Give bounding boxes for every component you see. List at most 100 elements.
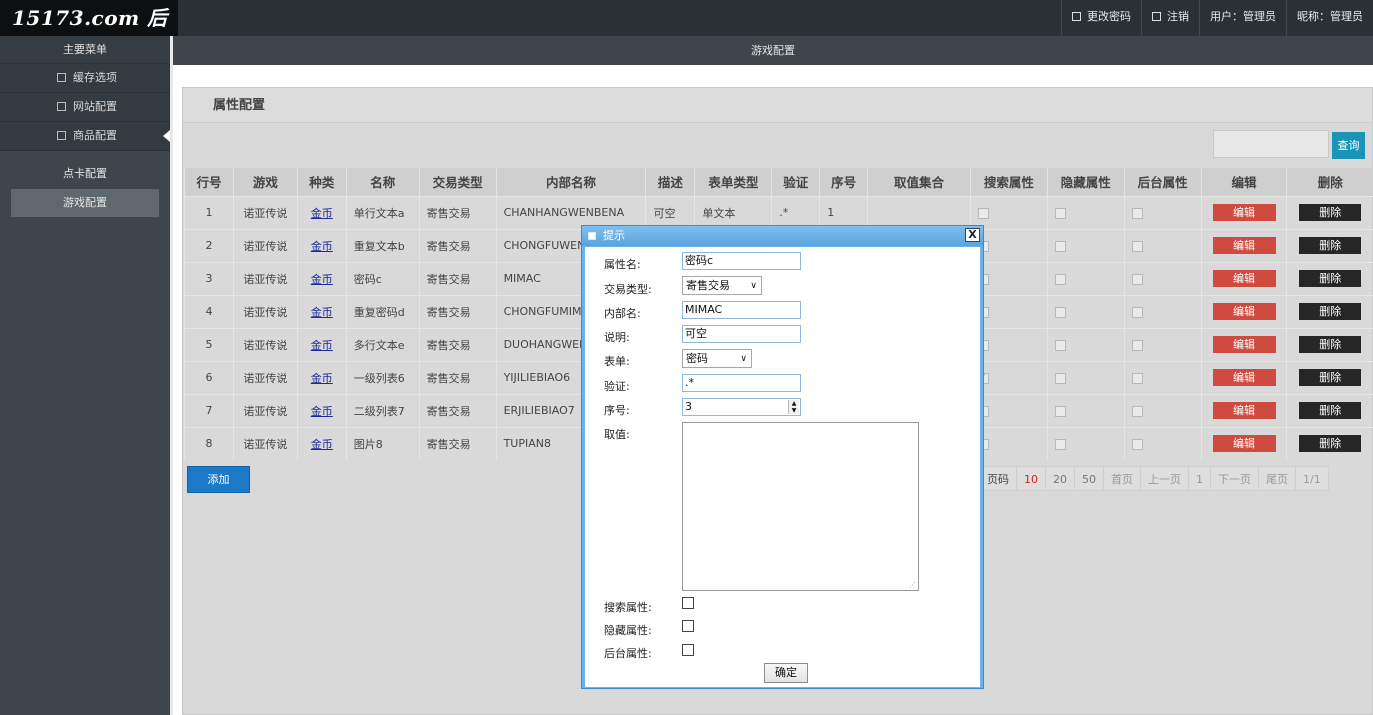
ok-button[interactable]: 确定 xyxy=(764,663,808,683)
backend-attr-checkbox[interactable] xyxy=(1131,273,1143,285)
sidebar-item-goods[interactable]: 商品配置 xyxy=(0,122,170,151)
hidden-attr-cell xyxy=(1046,426,1125,460)
delete-button[interactable]: 删除 xyxy=(1299,336,1362,353)
page-title: 游戏配置 xyxy=(173,36,1373,65)
sidebar-item-site[interactable]: 网站配置 xyxy=(0,93,170,122)
trade-cell: 寄售交易 xyxy=(418,261,497,295)
row-number: 1 xyxy=(184,195,234,229)
inner-name-field[interactable]: MIMAC xyxy=(682,301,801,319)
delete-button[interactable]: 删除 xyxy=(1299,435,1362,453)
edit-button[interactable]: 编辑 xyxy=(1212,303,1276,320)
desc-field[interactable]: 可空 xyxy=(682,325,801,343)
delete-button[interactable]: 删除 xyxy=(1299,303,1362,320)
pager-page[interactable]: 1 xyxy=(1189,466,1211,491)
delete-button[interactable]: 删除 xyxy=(1299,204,1362,221)
checkbox-icon xyxy=(57,73,66,82)
delete-button[interactable]: 删除 xyxy=(1299,402,1362,419)
backend-attr-checkbox[interactable] xyxy=(1131,372,1143,384)
edit-button[interactable]: 编辑 xyxy=(1212,402,1276,419)
backend-attr-checkbox[interactable] xyxy=(1131,405,1143,417)
panel-title: 属性配置 xyxy=(183,88,1372,123)
edit-button[interactable]: 编辑 xyxy=(1212,270,1276,287)
pager-size-20[interactable]: 20 xyxy=(1046,466,1075,491)
form-value: 密码 xyxy=(686,352,708,365)
backend-attr-checkbox[interactable] xyxy=(1131,207,1143,219)
checkbox-icon xyxy=(57,131,66,140)
pager-size-10[interactable]: 10 xyxy=(1017,466,1046,491)
backend-attr-checkbox[interactable] xyxy=(682,644,694,656)
edit-button[interactable]: 编辑 xyxy=(1212,435,1276,453)
sidebar-item-cache[interactable]: 缓存选项 xyxy=(0,64,170,93)
hidden-attr-cell xyxy=(1046,360,1125,394)
form-select[interactable]: 密码 ∨ xyxy=(682,349,752,368)
hidden-attr-checkbox[interactable] xyxy=(1054,207,1066,219)
spinner-arrows-icon[interactable]: ▲ ▼ xyxy=(788,400,799,414)
delete-button[interactable]: 删除 xyxy=(1299,369,1362,386)
pager-size-50[interactable]: 50 xyxy=(1075,466,1104,491)
kind-link[interactable]: 金币 xyxy=(311,339,333,352)
trade-type-select[interactable]: 寄售交易 ∨ xyxy=(682,276,762,295)
pager-first[interactable]: 首页 xyxy=(1104,466,1141,491)
backend-attr-checkbox[interactable] xyxy=(1131,306,1143,318)
backend-attr-cell xyxy=(1123,294,1202,328)
search-attr-checkbox[interactable] xyxy=(977,207,989,219)
hidden-attr-checkbox[interactable] xyxy=(1054,405,1066,417)
edit-button[interactable]: 编辑 xyxy=(1212,369,1276,386)
values-textarea[interactable]: ⋰ xyxy=(682,422,919,591)
kind-link[interactable]: 金币 xyxy=(311,405,333,418)
backend-attr-checkbox[interactable] xyxy=(1131,339,1143,351)
change-password-link[interactable]: 更改密码 xyxy=(1061,0,1141,36)
sidebar-subitem-game[interactable]: 游戏配置 xyxy=(11,189,159,217)
search-input[interactable] xyxy=(1213,130,1329,158)
search-button[interactable]: 查询 xyxy=(1332,132,1365,159)
delete-button[interactable]: 删除 xyxy=(1299,270,1362,287)
pager-last[interactable]: 尾页 xyxy=(1259,466,1296,491)
kind-link[interactable]: 金币 xyxy=(311,273,333,286)
delete-cell: 删除 xyxy=(1286,393,1373,427)
edit-dialog: 提示 X 属性名: 密码c 交易类型: 寄售交易 ∨ 内部名: MIMAC 说明:… xyxy=(581,225,984,689)
logout-label: 注销 xyxy=(1167,10,1189,23)
hidden-attr-checkbox[interactable] xyxy=(1054,273,1066,285)
kind-link[interactable]: 金币 xyxy=(311,372,333,385)
valid-label: 验证: xyxy=(604,380,630,393)
kind-link[interactable]: 金币 xyxy=(311,306,333,319)
hidden-attr-checkbox[interactable] xyxy=(1054,438,1066,450)
hidden-attr-checkbox[interactable] xyxy=(1054,306,1066,318)
edit-button[interactable]: 编辑 xyxy=(1212,336,1276,353)
close-icon[interactable]: X xyxy=(965,228,980,242)
hidden-attr-cell xyxy=(1046,228,1125,262)
edit-button[interactable]: 编辑 xyxy=(1212,237,1276,254)
row-number: 6 xyxy=(205,371,213,384)
hidden-attr-checkbox[interactable] xyxy=(1054,240,1066,252)
row-number: 8 xyxy=(205,437,213,451)
order-stepper[interactable]: 3 ▲ ▼ xyxy=(682,398,801,416)
valid-field[interactable]: .* xyxy=(682,374,801,392)
search-attr-checkbox[interactable] xyxy=(682,597,694,609)
kind-link[interactable]: 金币 xyxy=(311,240,333,253)
delete-button[interactable]: 删除 xyxy=(1299,237,1362,254)
hidden-attr-checkbox[interactable] xyxy=(682,620,694,632)
trade-cell: 寄售交易 xyxy=(418,426,497,460)
logout-link[interactable]: 注销 xyxy=(1141,0,1199,36)
attr-name-field[interactable]: 密码c xyxy=(682,252,801,270)
row-number: 3 xyxy=(184,261,234,295)
backend-attr-checkbox[interactable] xyxy=(1131,240,1143,252)
backend-attr-cell xyxy=(1123,360,1202,394)
edit-button[interactable]: 编辑 xyxy=(1212,204,1276,221)
inner-name-cell: MIMAC xyxy=(503,272,541,285)
kind-link[interactable]: 金币 xyxy=(311,438,333,451)
name-cell: 二级列表7 xyxy=(345,393,420,427)
kind-link[interactable]: 金币 xyxy=(311,207,333,220)
resize-grip-icon[interactable]: ⋰ xyxy=(909,581,916,589)
name-cell: 重复密码d xyxy=(345,294,420,328)
backend-attr-checkbox[interactable] xyxy=(1131,438,1143,450)
add-button[interactable]: 添加 xyxy=(187,466,250,493)
hidden-attr-checkbox[interactable] xyxy=(1054,339,1066,351)
col-header: 名称 xyxy=(345,168,420,196)
kind-cell: 金币 xyxy=(296,360,347,394)
sidebar-subitem-card[interactable]: 点卡配置 xyxy=(11,160,159,188)
pager-next[interactable]: 下一页 xyxy=(1211,466,1259,491)
dialog-titlebar[interactable]: 提示 X xyxy=(582,226,983,246)
pager-prev[interactable]: 上一页 xyxy=(1141,466,1189,491)
hidden-attr-checkbox[interactable] xyxy=(1054,372,1066,384)
